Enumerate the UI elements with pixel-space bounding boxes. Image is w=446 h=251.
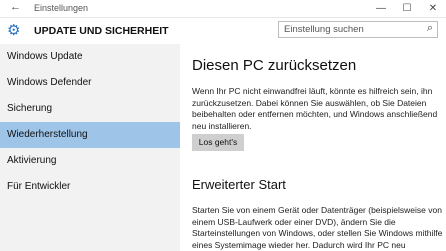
- minimize-icon[interactable]: —: [368, 0, 394, 17]
- sidebar-item-label: Sicherung: [7, 103, 53, 114]
- main-content: Diesen PC zurücksetzen Wenn Ihr PC nicht…: [180, 44, 446, 251]
- sidebar-item-aktivierung[interactable]: Aktivierung: [0, 148, 180, 174]
- sidebar-item-fuer-entwickler[interactable]: Für Entwickler: [0, 174, 180, 200]
- sidebar-item-label: Aktivierung: [7, 155, 57, 166]
- reset-heading: Diesen PC zurücksetzen: [192, 57, 357, 74]
- advanced-start-description: Starten Sie von einem Gerät oder Datentr…: [192, 205, 443, 250]
- sidebar-item-label: Für Entwickler: [7, 181, 71, 192]
- back-arrow-icon[interactable]: ←: [10, 1, 21, 13]
- sidebar-item-label: Windows Defender: [7, 77, 92, 88]
- window-title: Einstellungen: [34, 3, 89, 13]
- app-header: ⚙ UPDATE UND SICHERHEIT Einstellung such…: [0, 18, 446, 44]
- sidebar-item-sicherung[interactable]: Sicherung: [0, 96, 180, 122]
- search-placeholder: Einstellung suchen: [284, 24, 364, 35]
- sidebar-item-label: Wiederherstellung: [7, 129, 88, 140]
- close-icon[interactable]: ✕: [420, 0, 446, 17]
- get-started-button[interactable]: Los geht's: [192, 134, 244, 151]
- gear-icon: ⚙: [7, 22, 21, 39]
- sidebar-item-label: Windows Update: [7, 51, 83, 62]
- search-input[interactable]: Einstellung suchen ⌕: [278, 21, 438, 38]
- maximize-icon[interactable]: ☐: [394, 0, 420, 17]
- sidebar-item-windows-update[interactable]: Windows Update: [0, 44, 180, 70]
- sidebar-item-wiederherstellung[interactable]: Wiederherstellung: [0, 122, 180, 148]
- sidebar-item-windows-defender[interactable]: Windows Defender: [0, 70, 180, 96]
- sidebar: Windows Update Windows Defender Sicherun…: [0, 44, 180, 251]
- advanced-start-heading: Erweiterter Start: [192, 177, 286, 192]
- page-title: UPDATE UND SICHERHEIT: [34, 25, 169, 37]
- title-bar: ← Einstellungen — ☐ ✕: [0, 0, 446, 18]
- reset-description: Wenn Ihr PC nicht einwandfrei läuft, kön…: [192, 86, 438, 131]
- search-icon[interactable]: ⌕: [427, 22, 433, 35]
